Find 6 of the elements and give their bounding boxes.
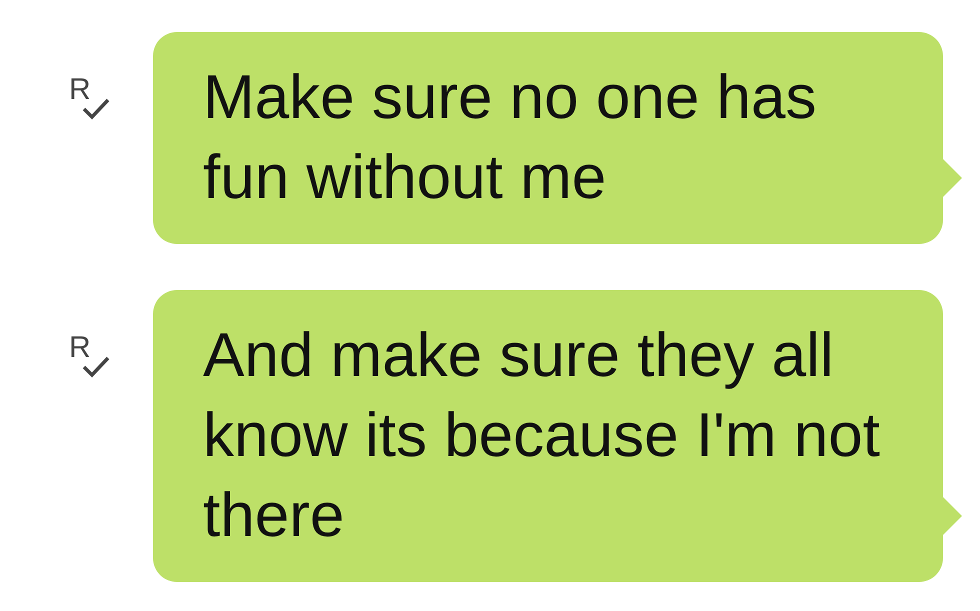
message-bubble: Make sure no one has fun without me <box>153 32 943 244</box>
read-receipt-label: R <box>69 333 92 363</box>
bubble-tail <box>942 496 962 536</box>
message-bubble: And make sure they all know its because I'm not there <box>153 290 943 582</box>
bubble-tail <box>942 158 962 198</box>
read-receipt-label: R <box>69 75 92 105</box>
